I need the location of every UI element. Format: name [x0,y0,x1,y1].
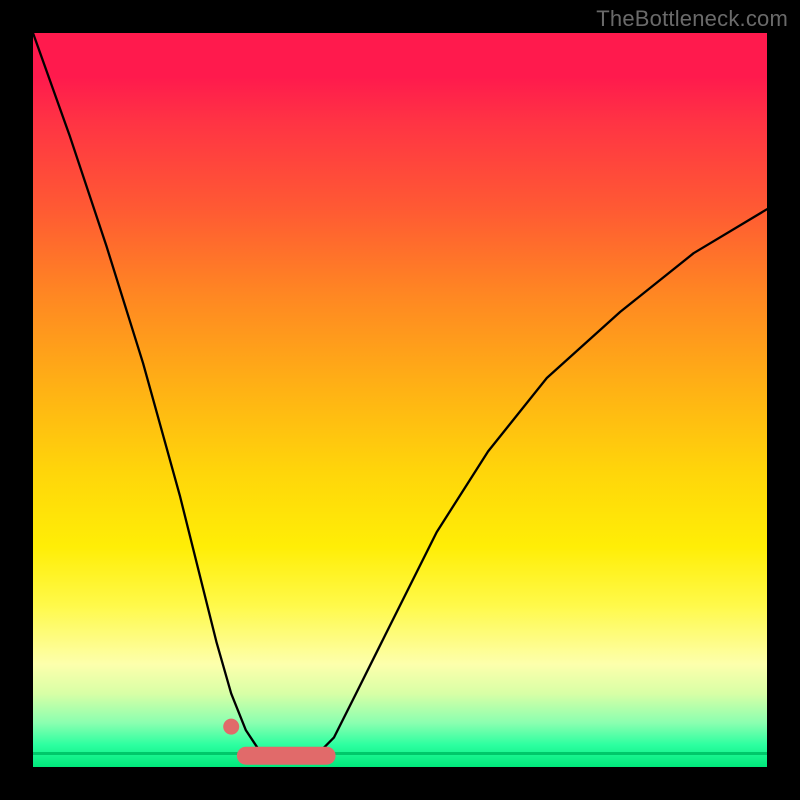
bottleneck-curve-chart [33,33,767,767]
highlight-isolated-dot [223,719,239,735]
main-curve [33,33,767,760]
watermark-text: TheBottleneck.com [596,6,788,32]
